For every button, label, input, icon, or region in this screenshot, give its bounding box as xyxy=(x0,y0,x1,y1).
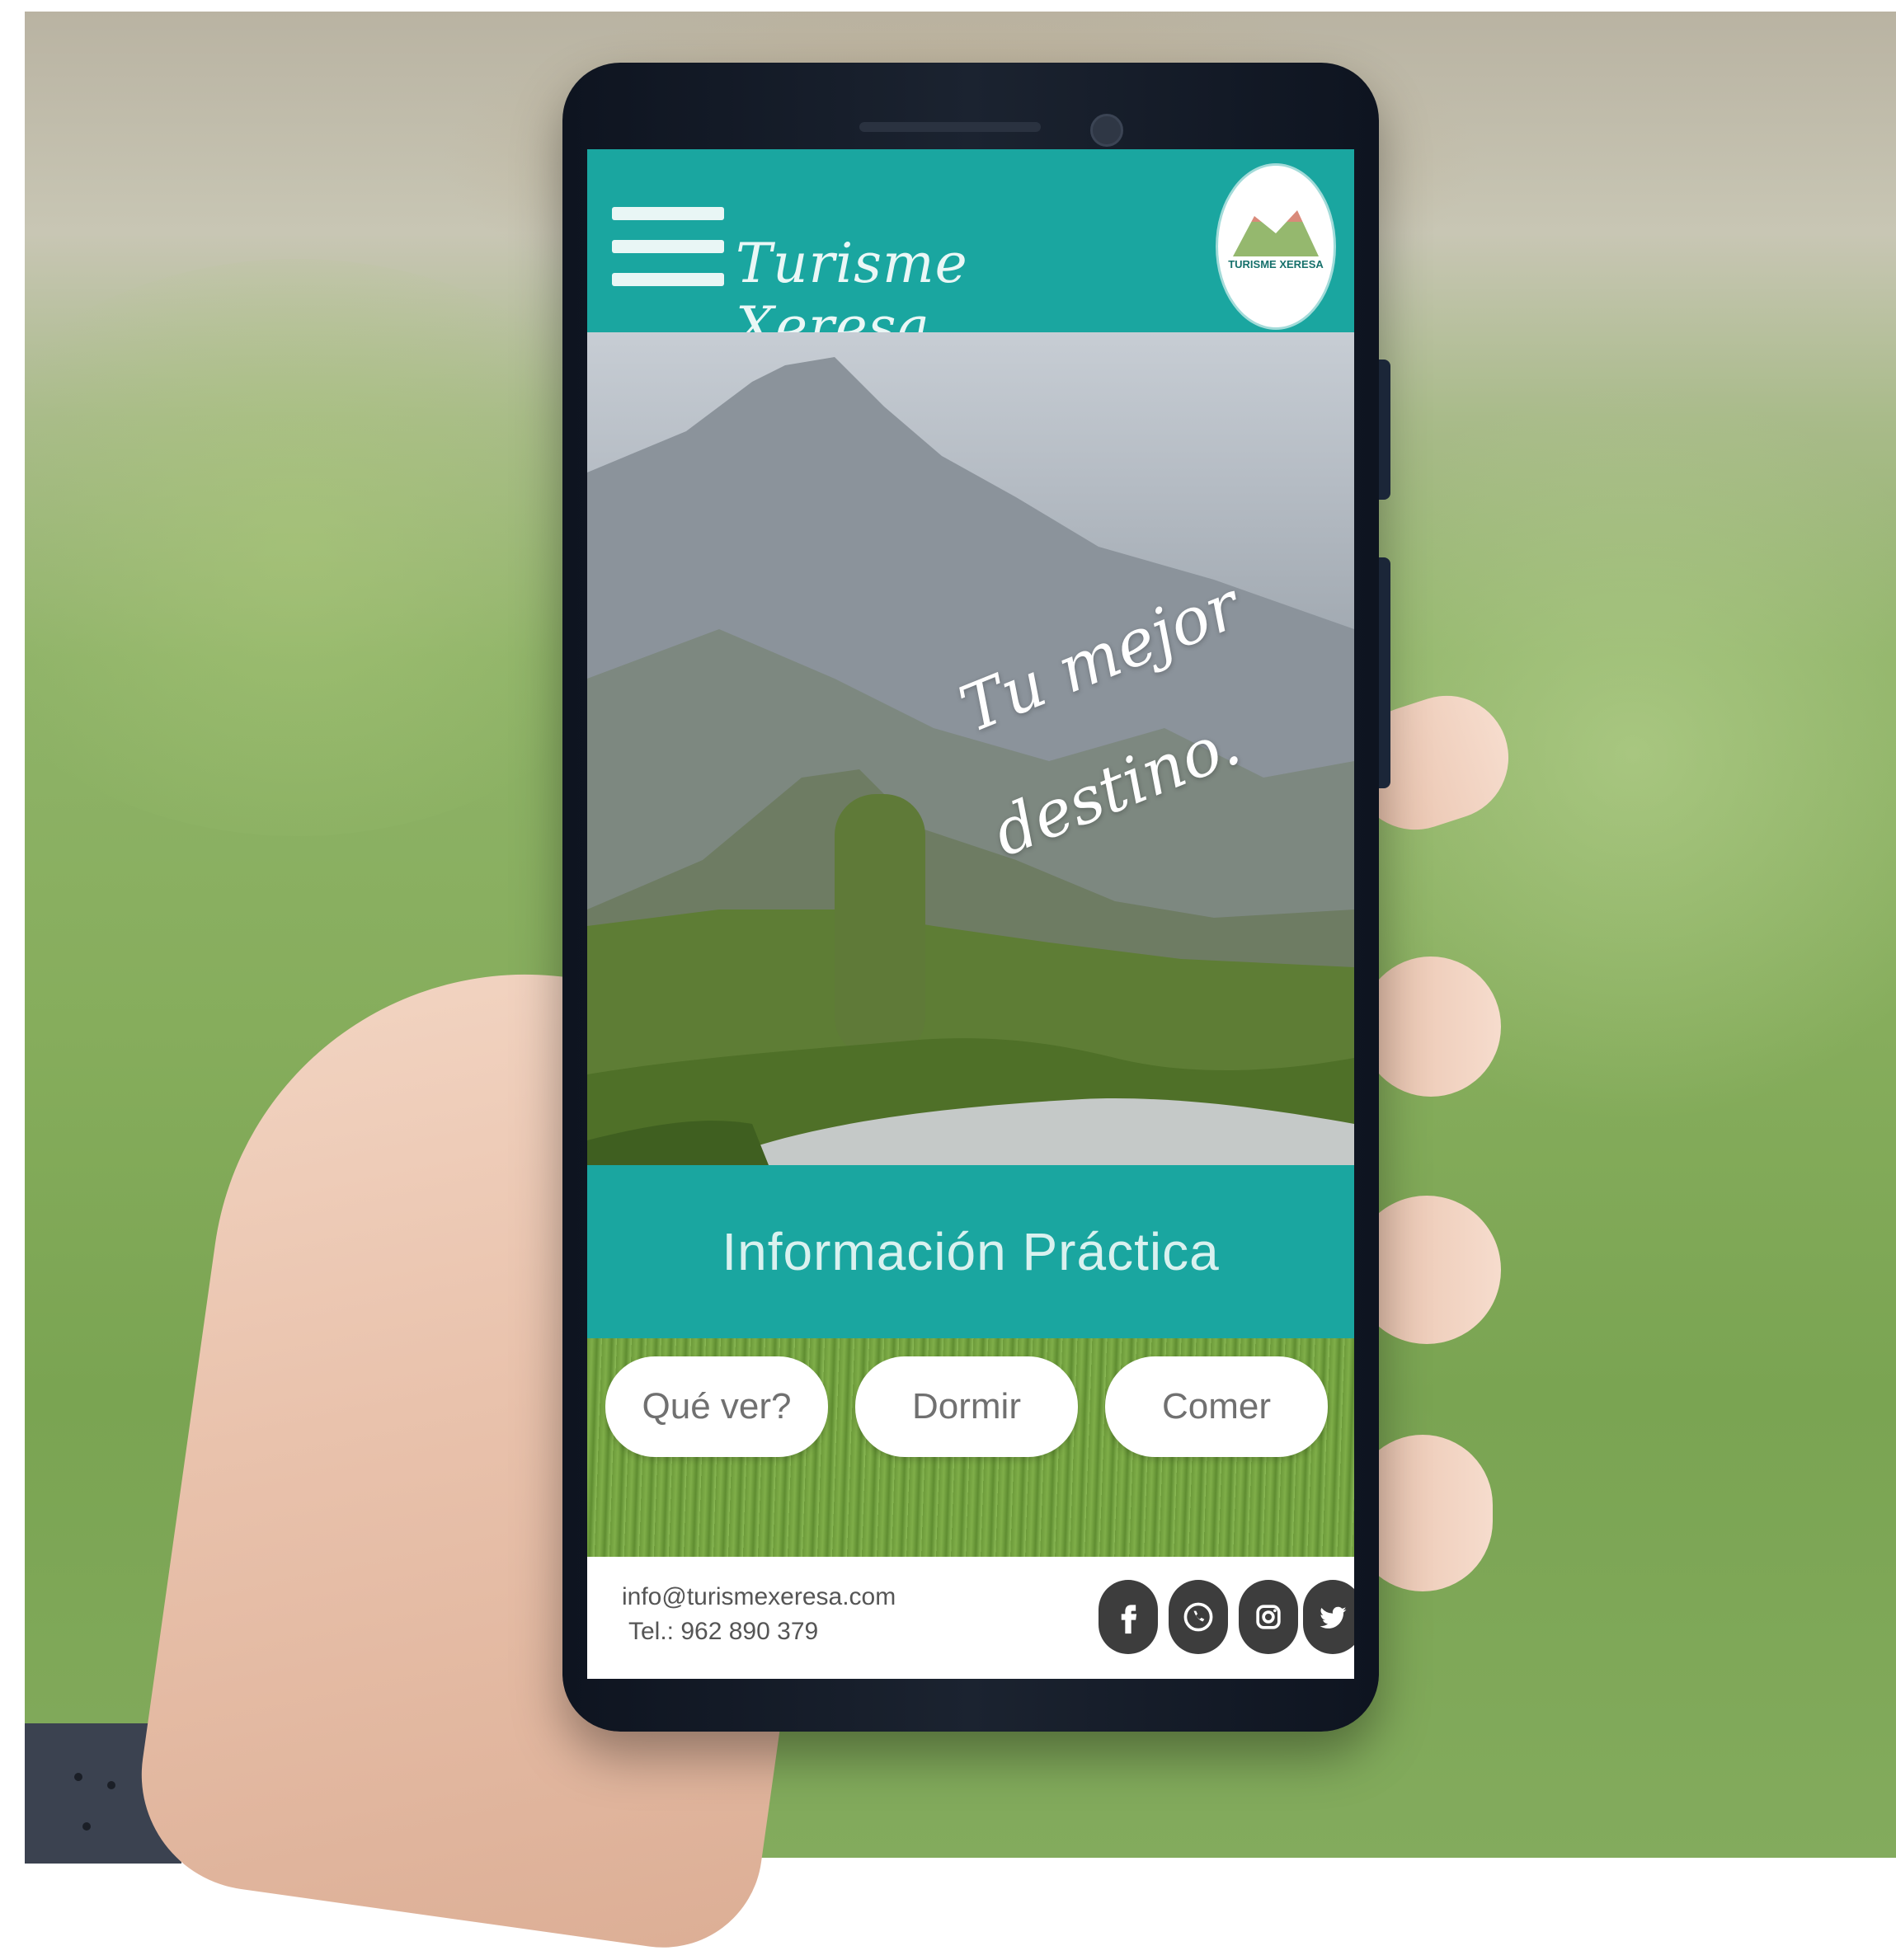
instagram-icon[interactable] xyxy=(1239,1580,1298,1654)
logo-roof-graphic xyxy=(1233,210,1319,256)
app-footer: info@turismexeresa.com Tel.: 962 890 379 xyxy=(587,1557,1354,1679)
hand-finger xyxy=(1361,956,1501,1097)
quick-links-bar: Qué ver? Dormir Comer xyxy=(587,1338,1354,1557)
app-header: Turisme Xeresa TURISME XERESA xyxy=(587,149,1354,359)
whatsapp-icon[interactable] xyxy=(1169,1580,1228,1654)
hero-image: Tu mejor destino. xyxy=(587,332,1354,1165)
info-practica-banner[interactable]: Información Práctica xyxy=(587,1165,1354,1338)
dormir-button[interactable]: Dormir xyxy=(855,1356,1078,1457)
hamburger-menu-icon[interactable] xyxy=(612,207,724,286)
front-camera xyxy=(1090,114,1123,147)
contact-phone[interactable]: Tel.: 962 890 379 xyxy=(628,1618,818,1646)
contact-email[interactable]: info@turismexeresa.com xyxy=(622,1583,896,1611)
app-title: Turisme Xeresa xyxy=(736,232,968,359)
que-ver-button[interactable]: Qué ver? xyxy=(605,1356,828,1457)
phone-side-button xyxy=(1379,360,1390,500)
phone-earpiece xyxy=(859,122,1041,132)
turisme-xeresa-logo[interactable]: TURISME XERESA xyxy=(1218,166,1334,327)
logo-text: TURISME XERESA xyxy=(1228,258,1324,270)
phone-side-button xyxy=(1379,557,1390,788)
smartphone: Turisme Xeresa TURISME XERESA Tu mejor d… xyxy=(562,63,1390,1732)
app-screen: Turisme Xeresa TURISME XERESA Tu mejor d… xyxy=(587,149,1354,1679)
info-practica-label: Información Práctica xyxy=(722,1222,1220,1281)
facebook-icon[interactable] xyxy=(1099,1580,1158,1654)
comer-button[interactable]: Comer xyxy=(1105,1356,1328,1457)
twitter-icon[interactable] xyxy=(1303,1580,1354,1654)
